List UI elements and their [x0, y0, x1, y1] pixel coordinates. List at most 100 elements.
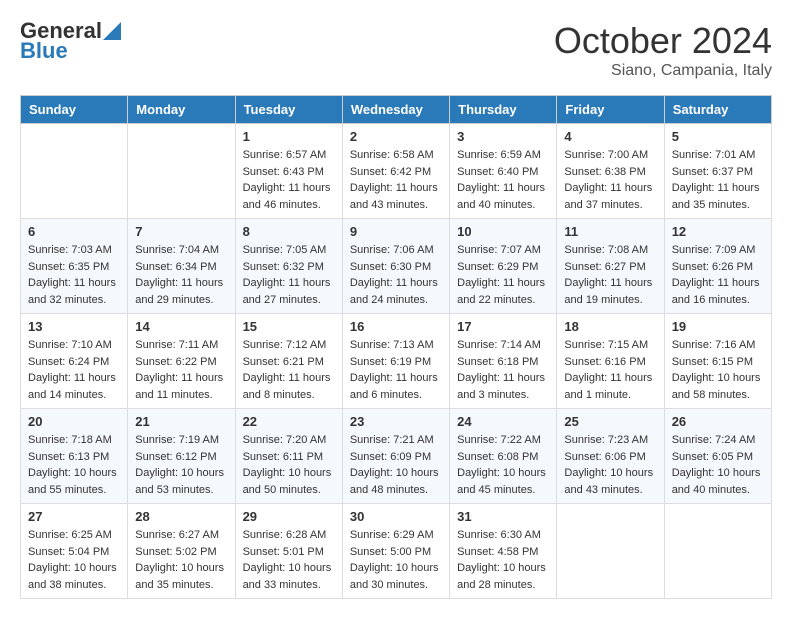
- day-number: 8: [243, 224, 335, 239]
- calendar-cell: 21Sunrise: 7:19 AMSunset: 6:12 PMDayligh…: [128, 409, 235, 504]
- day-info: Sunrise: 7:07 AMSunset: 6:29 PMDaylight:…: [457, 242, 549, 308]
- column-header-saturday: Saturday: [664, 96, 771, 124]
- column-header-monday: Monday: [128, 96, 235, 124]
- calendar-cell: 3 Sunrise: 6:59 AMSunset: 6:40 PMDaylight…: [450, 124, 557, 219]
- logo-arrow-icon: [103, 22, 121, 40]
- calendar-cell: 16 Sunrise: 7:13 AMSunset: 6:19 PMDayligh…: [342, 314, 449, 409]
- day-number: 9: [350, 224, 442, 239]
- day-number: 4: [564, 129, 656, 144]
- calendar-cell: 29 Sunrise: 6:28 AMSunset: 5:01 PMDayligh…: [235, 504, 342, 599]
- calendar-cell: 11 Sunrise: 7:08 AMSunset: 6:27 PMDayligh…: [557, 219, 664, 314]
- day-number: 21: [135, 414, 227, 429]
- day-info: Sunrise: 7:20 AMSunset: 6:11 PMDaylight:…: [243, 432, 335, 498]
- calendar-week-3: 13 Sunrise: 7:10 AMSunset: 6:24 PMDayligh…: [21, 314, 772, 409]
- day-number: 1: [243, 129, 335, 144]
- day-info: Sunrise: 7:13 AMSunset: 6:19 PMDaylight:…: [350, 337, 442, 403]
- day-info: Sunrise: 7:03 AMSunset: 6:35 PMDaylight:…: [28, 242, 120, 308]
- day-number: 26: [672, 414, 764, 429]
- calendar-subtitle: Siano, Campania, Italy: [554, 62, 772, 80]
- calendar-cell: 13 Sunrise: 7:10 AMSunset: 6:24 PMDayligh…: [21, 314, 128, 409]
- day-number: 3: [457, 129, 549, 144]
- calendar-cell: 22Sunrise: 7:20 AMSunset: 6:11 PMDayligh…: [235, 409, 342, 504]
- calendar-cell: 31 Sunrise: 6:30 AMSunset: 4:58 PMDayligh…: [450, 504, 557, 599]
- calendar-cell: 26 Sunrise: 7:24 AMSunset: 6:05 PMDayligh…: [664, 409, 771, 504]
- day-number: 12: [672, 224, 764, 239]
- day-info: Sunrise: 6:59 AMSunset: 6:40 PMDaylight:…: [457, 147, 549, 213]
- day-info: Sunrise: 7:21 AMSunset: 6:09 PMDaylight:…: [350, 432, 442, 498]
- day-info: Sunrise: 7:16 AMSunset: 6:15 PMDaylight:…: [672, 337, 764, 403]
- calendar-cell: 12 Sunrise: 7:09 AMSunset: 6:26 PMDayligh…: [664, 219, 771, 314]
- day-number: 17: [457, 319, 549, 334]
- day-info: Sunrise: 7:18 AMSunset: 6:13 PMDaylight:…: [28, 432, 120, 498]
- day-number: 30: [350, 509, 442, 524]
- column-header-wednesday: Wednesday: [342, 96, 449, 124]
- day-number: 18: [564, 319, 656, 334]
- calendar-cell: 28 Sunrise: 6:27 AMSunset: 5:02 PMDayligh…: [128, 504, 235, 599]
- calendar-cell: [664, 504, 771, 599]
- column-header-friday: Friday: [557, 96, 664, 124]
- day-info: Sunrise: 7:11 AMSunset: 6:22 PMDaylight:…: [135, 337, 227, 403]
- day-number: 13: [28, 319, 120, 334]
- day-number: 10: [457, 224, 549, 239]
- logo: General Blue: [20, 20, 121, 64]
- day-info: Sunrise: 7:09 AMSunset: 6:26 PMDaylight:…: [672, 242, 764, 308]
- day-number: 31: [457, 509, 549, 524]
- day-number: 28: [135, 509, 227, 524]
- day-number: 29: [243, 509, 335, 524]
- day-number: 20: [28, 414, 120, 429]
- day-info: Sunrise: 7:06 AMSunset: 6:30 PMDaylight:…: [350, 242, 442, 308]
- day-info: Sunrise: 7:12 AMSunset: 6:21 PMDaylight:…: [243, 337, 335, 403]
- calendar-cell: 9 Sunrise: 7:06 AMSunset: 6:30 PMDaylight…: [342, 219, 449, 314]
- calendar-cell: 25Sunrise: 7:23 AMSunset: 6:06 PMDayligh…: [557, 409, 664, 504]
- calendar-cell: 17Sunrise: 7:14 AMSunset: 6:18 PMDayligh…: [450, 314, 557, 409]
- calendar-cell: [21, 124, 128, 219]
- day-number: 5: [672, 129, 764, 144]
- day-number: 15: [243, 319, 335, 334]
- day-number: 23: [350, 414, 442, 429]
- day-number: 16: [350, 319, 442, 334]
- day-info: Sunrise: 7:15 AMSunset: 6:16 PMDaylight:…: [564, 337, 656, 403]
- day-info: Sunrise: 7:10 AMSunset: 6:24 PMDaylight:…: [28, 337, 120, 403]
- day-info: Sunrise: 7:05 AMSunset: 6:32 PMDaylight:…: [243, 242, 335, 308]
- day-info: Sunrise: 7:22 AMSunset: 6:08 PMDaylight:…: [457, 432, 549, 498]
- day-info: Sunrise: 7:08 AMSunset: 6:27 PMDaylight:…: [564, 242, 656, 308]
- logo-blue: Blue: [20, 38, 68, 64]
- day-info: Sunrise: 7:24 AMSunset: 6:05 PMDaylight:…: [672, 432, 764, 498]
- page-header: General Blue October 2024 Siano, Campani…: [20, 20, 772, 80]
- day-info: Sunrise: 6:28 AMSunset: 5:01 PMDaylight:…: [243, 527, 335, 593]
- day-info: Sunrise: 6:25 AMSunset: 5:04 PMDaylight:…: [28, 527, 120, 593]
- day-number: 24: [457, 414, 549, 429]
- calendar-cell: 1 Sunrise: 6:57 AMSunset: 6:43 PMDaylight…: [235, 124, 342, 219]
- day-number: 14: [135, 319, 227, 334]
- calendar-cell: 18 Sunrise: 7:15 AMSunset: 6:16 PMDayligh…: [557, 314, 664, 409]
- day-info: Sunrise: 6:57 AMSunset: 6:43 PMDaylight:…: [243, 147, 335, 213]
- calendar-week-4: 20 Sunrise: 7:18 AMSunset: 6:13 PMDayligh…: [21, 409, 772, 504]
- day-number: 7: [135, 224, 227, 239]
- calendar-cell: 5Sunrise: 7:01 AMSunset: 6:37 PMDaylight…: [664, 124, 771, 219]
- day-info: Sunrise: 6:58 AMSunset: 6:42 PMDaylight:…: [350, 147, 442, 213]
- day-info: Sunrise: 7:23 AMSunset: 6:06 PMDaylight:…: [564, 432, 656, 498]
- column-header-tuesday: Tuesday: [235, 96, 342, 124]
- calendar-cell: 23 Sunrise: 7:21 AMSunset: 6:09 PMDayligh…: [342, 409, 449, 504]
- calendar-cell: 2Sunrise: 6:58 AMSunset: 6:42 PMDaylight…: [342, 124, 449, 219]
- calendar-cell: [557, 504, 664, 599]
- calendar-cell: 14 Sunrise: 7:11 AMSunset: 6:22 PMDayligh…: [128, 314, 235, 409]
- calendar-cell: 6Sunrise: 7:03 AMSunset: 6:35 PMDaylight…: [21, 219, 128, 314]
- day-info: Sunrise: 6:30 AMSunset: 4:58 PMDaylight:…: [457, 527, 549, 593]
- calendar-week-5: 27Sunrise: 6:25 AMSunset: 5:04 PMDayligh…: [21, 504, 772, 599]
- calendar-cell: 10 Sunrise: 7:07 AMSunset: 6:29 PMDayligh…: [450, 219, 557, 314]
- day-info: Sunrise: 6:27 AMSunset: 5:02 PMDaylight:…: [135, 527, 227, 593]
- day-number: 11: [564, 224, 656, 239]
- calendar-cell: [128, 124, 235, 219]
- calendar-table: SundayMondayTuesdayWednesdayThursdayFrid…: [20, 95, 772, 599]
- column-header-thursday: Thursday: [450, 96, 557, 124]
- calendar-cell: 24 Sunrise: 7:22 AMSunset: 6:08 PMDayligh…: [450, 409, 557, 504]
- calendar-cell: 7Sunrise: 7:04 AMSunset: 6:34 PMDaylight…: [128, 219, 235, 314]
- title-block: October 2024 Siano, Campania, Italy: [554, 20, 772, 80]
- calendar-week-2: 6Sunrise: 7:03 AMSunset: 6:35 PMDaylight…: [21, 219, 772, 314]
- calendar-header-row: SundayMondayTuesdayWednesdayThursdayFrid…: [21, 96, 772, 124]
- calendar-cell: 27Sunrise: 6:25 AMSunset: 5:04 PMDayligh…: [21, 504, 128, 599]
- day-info: Sunrise: 6:29 AMSunset: 5:00 PMDaylight:…: [350, 527, 442, 593]
- column-header-sunday: Sunday: [21, 96, 128, 124]
- calendar-cell: 30 Sunrise: 6:29 AMSunset: 5:00 PMDayligh…: [342, 504, 449, 599]
